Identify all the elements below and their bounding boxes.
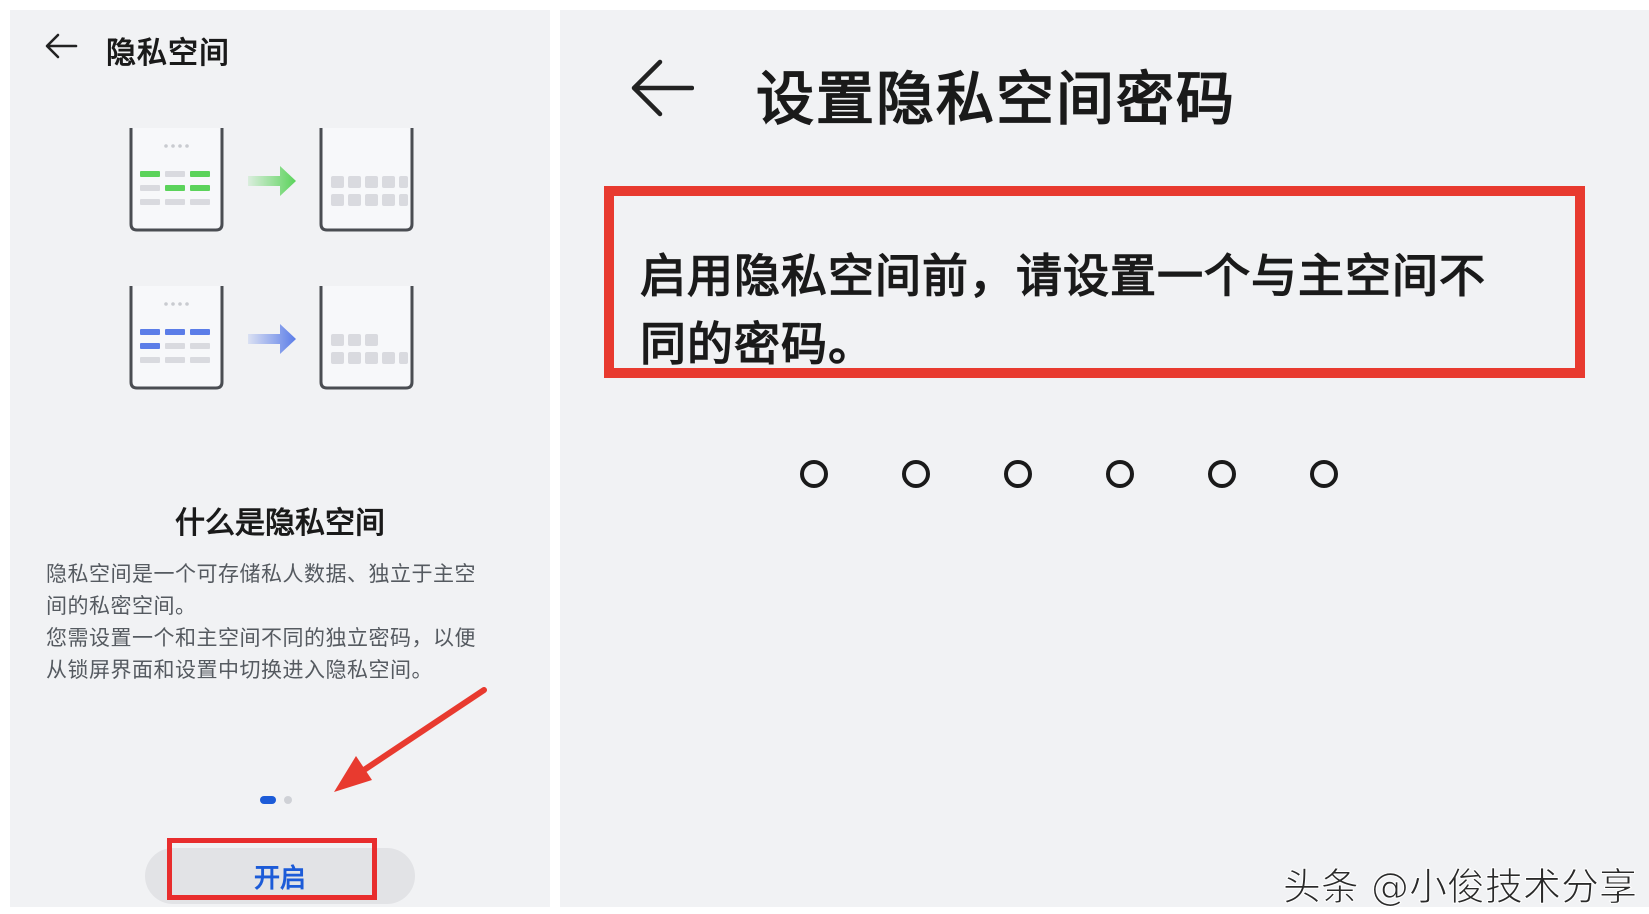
watermark: 头条 @小俊技术分享	[1282, 865, 1637, 910]
intro-heading: 什么是隐私空间	[175, 506, 385, 541]
intro-text-line: 从锁屏界面和设置中切换进入隐私空间。	[46, 658, 433, 682]
page-title: 隐私空间	[106, 36, 230, 71]
password-instruction-line: 同的密码。	[640, 317, 875, 371]
pin-dot	[1310, 460, 1338, 488]
private-space-switch-illustration	[129, 286, 414, 390]
intro-text-line: 隐私空间是一个可存储私人数据、独立于主空	[46, 562, 476, 586]
page-dot	[284, 796, 292, 804]
left-screen: 隐私空间 什么是隐私空间 隐私空间是一个可存储私人数据、独立于主空 间的私密空间…	[10, 10, 550, 907]
page-title: 设置隐私空间密码	[756, 65, 1237, 133]
pin-dot	[1004, 460, 1032, 488]
right-screen: 设置隐私空间密码 启用隐私空间前，请设置一个与主空间不 同的密码。 头条 @小俊…	[560, 10, 1649, 910]
back-arrow-icon[interactable]	[44, 32, 78, 60]
pin-dot	[902, 460, 930, 488]
annotation-highlight-box: 启用隐私空间前，请设置一个与主空间不 同的密码。	[604, 186, 1585, 378]
enable-button[interactable]: 开启	[145, 848, 415, 904]
page-dot-active	[260, 796, 276, 804]
password-instruction-line: 启用隐私空间前，请设置一个与主空间不	[640, 249, 1486, 303]
pin-dot	[800, 460, 828, 488]
intro-text-line: 您需设置一个和主空间不同的独立密码，以便	[46, 626, 476, 650]
back-arrow-icon[interactable]	[630, 58, 694, 118]
main-to-private-illustration	[129, 128, 414, 232]
pin-dot	[1106, 460, 1134, 488]
pin-dot	[1208, 460, 1236, 488]
intro-text-line: 间的私密空间。	[46, 594, 197, 618]
